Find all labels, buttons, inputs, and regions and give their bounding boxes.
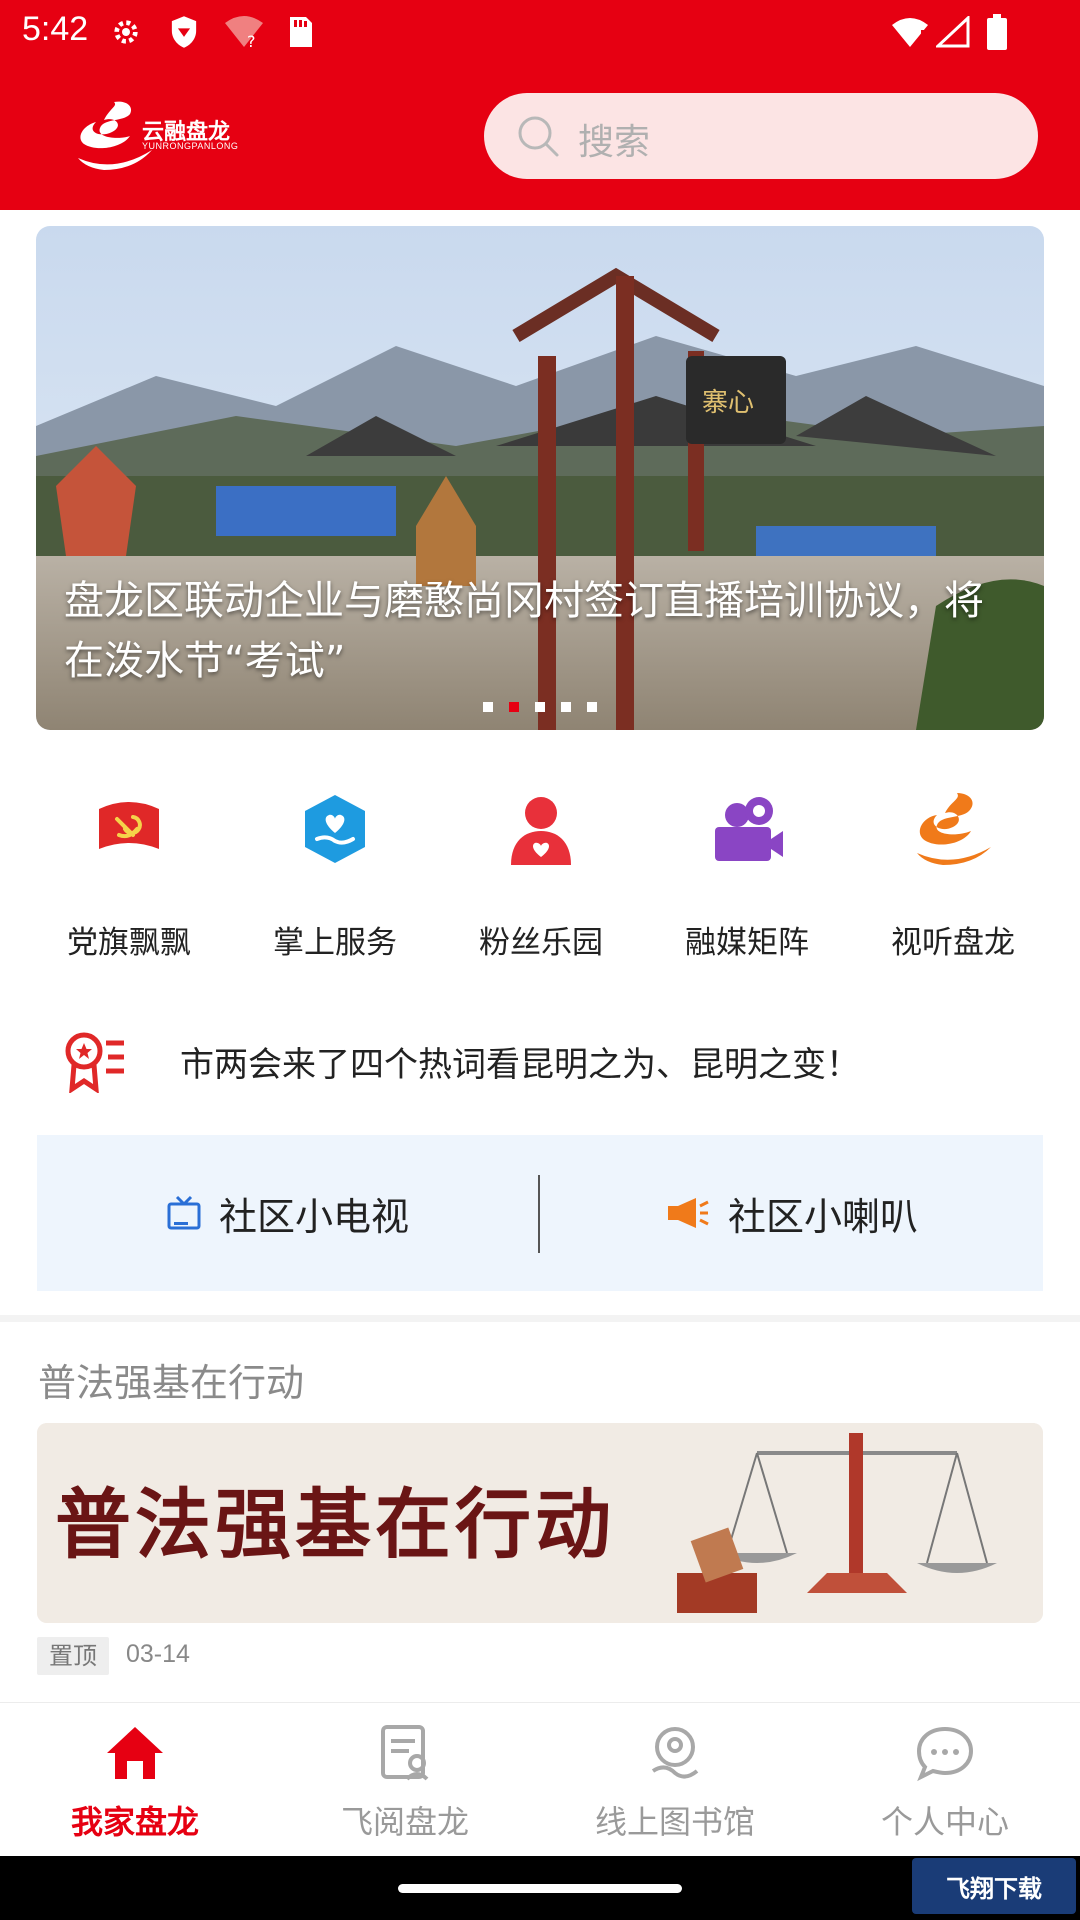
cover-image-title: 普法强基在行动	[55, 1480, 615, 1569]
carousel-dot[interactable]	[587, 702, 597, 712]
grid-item-service[interactable]: 掌上服务	[232, 775, 438, 961]
grid-label: 视听盘龙	[891, 925, 1015, 961]
fan-person-icon	[511, 797, 571, 865]
megaphone-icon	[667, 1198, 709, 1228]
nav-label-read: 飞阅盘龙	[340, 1803, 469, 1841]
party-flag-icon	[99, 802, 159, 849]
search-icon	[518, 116, 559, 157]
community-megaphone-label: 社区小喇叭	[727, 1194, 918, 1239]
banner-sign-text: 寨心	[702, 388, 754, 418]
header: 5:42 ? 云融盘龙 YUNRONGPANLONG 搜索	[0, 0, 1080, 210]
battery-icon	[984, 12, 1010, 52]
grid-item-fans[interactable]: 粉丝乐园	[438, 775, 644, 961]
wifi-icon	[890, 12, 930, 52]
watermark: 飞翔下载	[912, 1858, 1076, 1914]
sd-card-icon	[286, 12, 316, 52]
post-date: 03-14	[126, 1640, 190, 1668]
banner-caption[interactable]: 盘龙区联动企业与磨憨尚冈村签订直播培训协议，将在泼水节“考试”	[64, 571, 1004, 691]
pinned-badge: 置顶	[37, 1637, 109, 1675]
shield-icon	[166, 12, 202, 52]
carousel-dots	[483, 702, 597, 712]
carousel-dot[interactable]	[483, 702, 493, 712]
award-list-icon	[65, 1032, 124, 1093]
quick-access-panel: 党旗飘飘 掌上服务 粉丝乐园 融媒矩阵 视听盘龙 市两会来了四个热词看昆明之为、…	[0, 745, 1080, 1315]
home-gesture-handle[interactable]	[398, 1884, 682, 1893]
community-panel: 社区小电视 社区小喇叭	[37, 1135, 1043, 1291]
search-bar[interactable]: 搜索	[484, 93, 1038, 179]
library-icon	[651, 1727, 699, 1779]
svg-text:?: ?	[247, 32, 256, 49]
settings-icon	[108, 12, 144, 52]
section-cover-image[interactable]: 普法强基在行动	[37, 1423, 1043, 1623]
status-bar: 5:42 ?	[0, 0, 1080, 64]
search-placeholder: 搜索	[578, 122, 651, 163]
nav-tab-home[interactable]: 我家盘龙	[0, 1703, 270, 1857]
community-tv-label: 社区小电视	[218, 1194, 409, 1239]
wifi-question-icon: ?	[222, 12, 266, 52]
divider	[538, 1175, 540, 1253]
banner-carousel[interactable]: 寨心 盘龙区联动企业与磨憨尚冈村签订直播培训协议，将在泼水节“考试”	[36, 226, 1044, 730]
nav-label-home: 我家盘龙	[70, 1803, 199, 1841]
hand-heart-icon	[305, 795, 365, 863]
grid-item-audiovisual[interactable]: 视听盘龙	[850, 775, 1056, 961]
app-screen: 5:42 ? 云融盘龙 YUNRONGPANLONG 搜索 寨心 盘龙区联动企业…	[0, 0, 1080, 1920]
chat-icon	[916, 1726, 974, 1782]
carousel-dot-active[interactable]	[509, 702, 519, 712]
news-section: 普法强基在行动 普法强基在行动 置顶 03-14	[0, 1322, 1080, 1702]
signal-icon	[934, 12, 972, 52]
carousel-dot[interactable]	[535, 702, 545, 712]
grid-label: 融媒矩阵	[685, 925, 809, 961]
app-logo[interactable]: 云融盘龙 YUNRONGPANLONG	[74, 96, 244, 176]
nav-tab-library[interactable]: 线上图书馆	[540, 1703, 810, 1857]
document-icon	[381, 1725, 429, 1781]
carousel-dot[interactable]	[561, 702, 571, 712]
grid-item-party-flag[interactable]: 党旗飘飘	[26, 775, 232, 961]
nav-tab-read[interactable]: 飞阅盘龙	[270, 1703, 540, 1857]
grid-label: 掌上服务	[273, 925, 397, 961]
nav-tab-profile[interactable]: 个人中心	[810, 1703, 1080, 1857]
community-tv-button[interactable]: 社区小电视	[37, 1135, 539, 1291]
nav-label-library: 线上图书馆	[594, 1803, 755, 1841]
home-icon	[107, 1727, 163, 1779]
nav-label-profile: 个人中心	[880, 1803, 1009, 1841]
grid-label: 粉丝乐园	[479, 925, 603, 961]
status-time: 5:42	[22, 10, 89, 48]
grid-item-media[interactable]: 融媒矩阵	[644, 775, 850, 961]
headline-ticker[interactable]: 市两会来了四个热词看昆明之为、昆明之变！	[0, 1013, 1080, 1113]
video-camera-icon	[715, 797, 783, 861]
dragon-icon	[917, 793, 991, 865]
logo-subtext: YUNRONGPANLONG	[142, 141, 239, 151]
bottom-navigation: 我家盘龙 飞阅盘龙 线上图书馆 个人中心	[0, 1702, 1080, 1856]
headline-text[interactable]: 市两会来了四个热词看昆明之为、昆明之变！	[180, 1037, 860, 1086]
tv-icon	[167, 1195, 201, 1230]
section-title: 普法强基在行动	[38, 1361, 305, 1405]
grid-label: 党旗飘飘	[67, 925, 191, 961]
community-megaphone-button[interactable]: 社区小喇叭	[541, 1135, 1043, 1291]
